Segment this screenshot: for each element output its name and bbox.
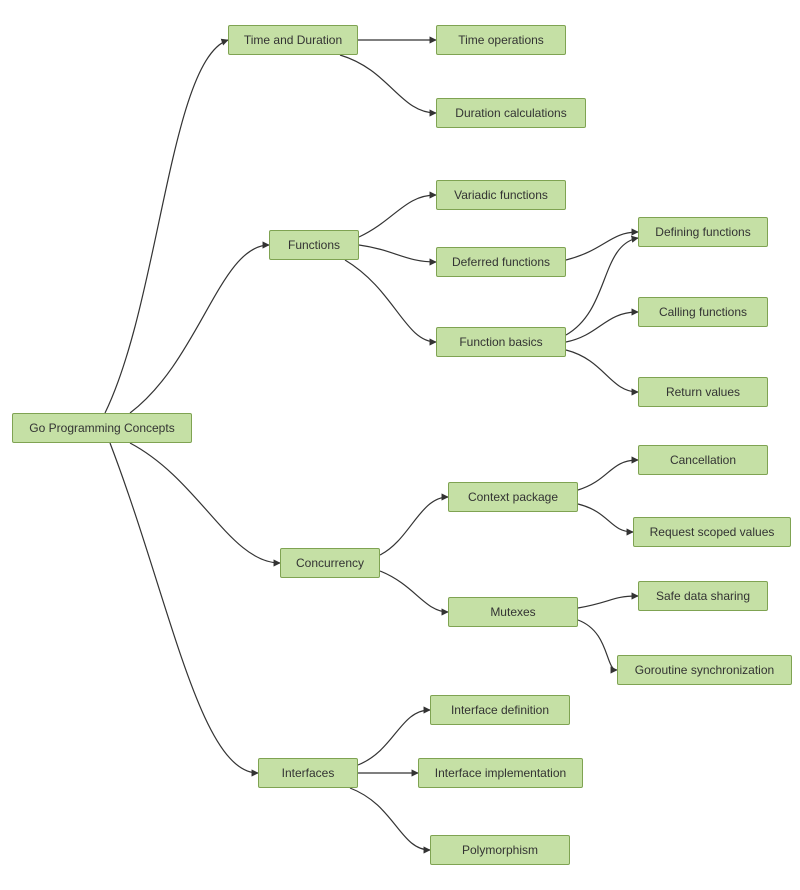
node-safe-data-sharing[interactable]: Safe data sharing: [638, 581, 768, 611]
node-label: Interfaces: [282, 766, 335, 780]
node-label: Cancellation: [670, 453, 736, 467]
node-label: Safe data sharing: [656, 589, 750, 603]
node-interface-definition[interactable]: Interface definition: [430, 695, 570, 725]
node-cancellation[interactable]: Cancellation: [638, 445, 768, 475]
node-label: Context package: [468, 490, 558, 504]
node-label: Duration calculations: [455, 106, 566, 120]
node-request-scoped-values[interactable]: Request scoped values: [633, 517, 791, 547]
node-label: Interface implementation: [435, 766, 566, 780]
node-label: Time operations: [458, 33, 544, 47]
node-functions[interactable]: Functions: [269, 230, 359, 260]
node-label: Functions: [288, 238, 340, 252]
node-mutexes[interactable]: Mutexes: [448, 597, 578, 627]
node-deferred-functions[interactable]: Deferred functions: [436, 247, 566, 277]
node-root[interactable]: Go Programming Concepts: [12, 413, 192, 443]
node-label: Function basics: [459, 335, 542, 349]
node-label: Polymorphism: [462, 843, 538, 857]
node-label: Variadic functions: [454, 188, 548, 202]
node-calling-functions[interactable]: Calling functions: [638, 297, 768, 327]
node-interface-implementation[interactable]: Interface implementation: [418, 758, 583, 788]
node-goroutine-synchronization[interactable]: Goroutine synchronization: [617, 655, 792, 685]
node-label: Concurrency: [296, 556, 364, 570]
node-return-values[interactable]: Return values: [638, 377, 768, 407]
node-interfaces[interactable]: Interfaces: [258, 758, 358, 788]
node-label: Calling functions: [659, 305, 747, 319]
node-label: Go Programming Concepts: [29, 421, 174, 435]
node-function-basics[interactable]: Function basics: [436, 327, 566, 357]
node-label: Return values: [666, 385, 740, 399]
node-label: Interface definition: [451, 703, 549, 717]
node-label: Request scoped values: [650, 525, 775, 539]
node-variadic-functions[interactable]: Variadic functions: [436, 180, 566, 210]
node-duration-calculations[interactable]: Duration calculations: [436, 98, 586, 128]
node-label: Goroutine synchronization: [635, 663, 774, 677]
node-time-operations[interactable]: Time operations: [436, 25, 566, 55]
node-label: Deferred functions: [452, 255, 550, 269]
node-polymorphism[interactable]: Polymorphism: [430, 835, 570, 865]
node-defining-functions[interactable]: Defining functions: [638, 217, 768, 247]
node-concurrency[interactable]: Concurrency: [280, 548, 380, 578]
node-label: Time and Duration: [244, 33, 342, 47]
node-label: Mutexes: [490, 605, 535, 619]
node-context-package[interactable]: Context package: [448, 482, 578, 512]
node-time-duration[interactable]: Time and Duration: [228, 25, 358, 55]
node-label: Defining functions: [655, 225, 750, 239]
